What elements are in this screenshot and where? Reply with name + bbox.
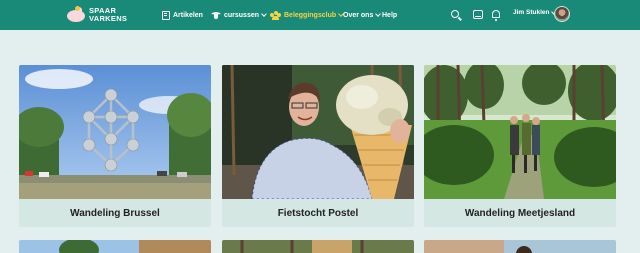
- bell-icon: [492, 10, 500, 21]
- nav-over-ons-label: Over ons: [343, 11, 374, 19]
- inbox-icon: [473, 10, 483, 19]
- nav-help[interactable]: Help: [382, 9, 397, 21]
- chevron-down-icon: [261, 11, 267, 17]
- card-photo: [19, 65, 211, 199]
- search-icon: [451, 10, 459, 18]
- card-photo: [19, 240, 211, 253]
- nav-beleggingsclub-label: Beleggingsclub: [284, 11, 337, 19]
- user-menu[interactable]: Jim Stuklen: [513, 8, 558, 16]
- nav-beleggingsclub[interactable]: Beleggingsclub: [270, 9, 344, 21]
- top-navigation-bar: SPAAR VARKENS Artikelen cursussen Belegg…: [0, 0, 640, 30]
- card-photo: [222, 65, 414, 199]
- chevron-down-icon: [375, 11, 382, 17]
- search-button[interactable]: [449, 8, 463, 22]
- card-title[interactable]: Wandeling Brussel: [19, 199, 211, 227]
- event-card[interactable]: [19, 240, 211, 253]
- avatar[interactable]: [554, 6, 570, 22]
- event-card[interactable]: Wandeling Meetjesland: [424, 65, 616, 227]
- users-icon: [270, 10, 281, 20]
- notifications-button[interactable]: [489, 8, 503, 22]
- nav-cursussen[interactable]: cursussen: [211, 9, 267, 21]
- logo-text: SPAAR VARKENS: [89, 5, 128, 23]
- card-photo: [424, 240, 616, 253]
- card-title[interactable]: Fietstocht Postel: [222, 199, 414, 227]
- book-icon: [162, 10, 170, 20]
- nav-cursussen-label: cursussen: [224, 11, 260, 19]
- nav-artikelen-label: Artikelen: [173, 11, 203, 19]
- card-photo: [424, 65, 616, 199]
- event-card[interactable]: [222, 240, 414, 253]
- nav-help-label: Help: [382, 11, 398, 19]
- piggy-bank-icon: [66, 5, 86, 24]
- nav-over-ons[interactable]: Over ons: [343, 9, 382, 21]
- event-card[interactable]: Fietstocht Postel: [222, 65, 414, 227]
- user-name: Jim Stuklen: [513, 9, 550, 16]
- inbox-button[interactable]: [471, 8, 485, 22]
- event-card[interactable]: [424, 240, 616, 253]
- card-photo: [222, 240, 414, 253]
- graduation-cap-icon: [211, 11, 221, 20]
- site-logo[interactable]: SPAAR VARKENS: [66, 2, 136, 27]
- event-card[interactable]: Wandeling Brussel: [19, 65, 211, 227]
- card-title[interactable]: Wandeling Meetjesland: [424, 199, 616, 227]
- nav-artikelen[interactable]: Artikelen: [162, 9, 203, 21]
